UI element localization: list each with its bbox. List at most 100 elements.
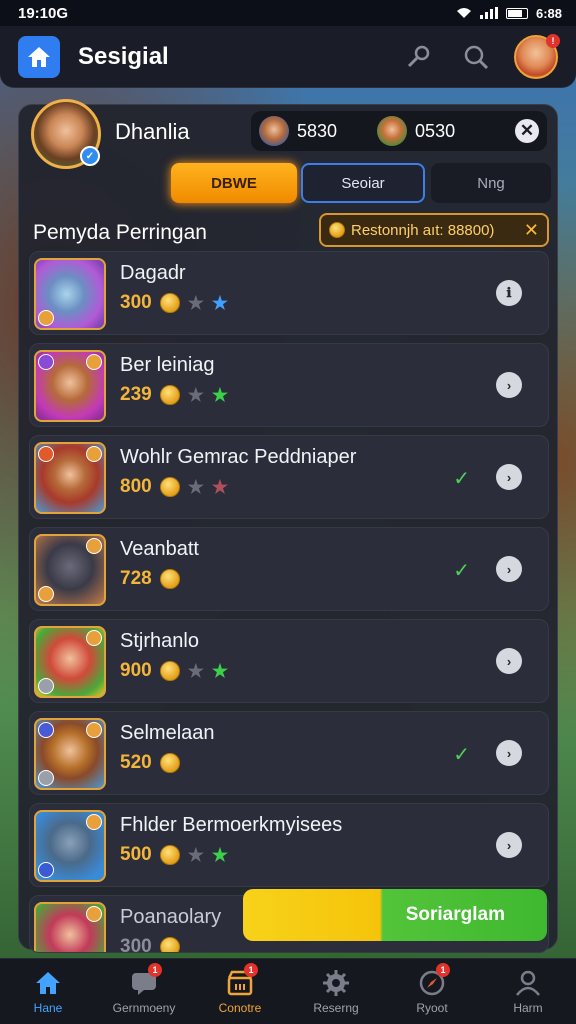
wifi-icon bbox=[456, 8, 471, 18]
list-item[interactable]: Fhlder Bermoerkmyisees 500 ★ ★ › bbox=[29, 803, 549, 887]
profile-name: Dhanlia bbox=[115, 119, 190, 144]
item-expand-button[interactable]: › bbox=[496, 372, 522, 398]
nav-label: Harm bbox=[513, 1000, 543, 1015]
item-title: Stjrhanlo bbox=[120, 630, 199, 652]
home-icon bbox=[34, 969, 62, 997]
star-icon: ★ bbox=[211, 293, 228, 313]
bottom-nav: Hane 1 Gernmoeny 1 Conotre Reserng 1 Ryo… bbox=[0, 958, 576, 1024]
search-button[interactable] bbox=[462, 43, 490, 71]
list-item[interactable]: Ber leiniag 239 ★ ★ › bbox=[29, 343, 549, 427]
coin-icon bbox=[159, 569, 180, 589]
list-item[interactable]: Selmelaan 520 ✓ › bbox=[29, 711, 549, 795]
home-button[interactable] bbox=[18, 35, 60, 78]
item-title: Poanaolary bbox=[120, 906, 222, 928]
nav-item-gernmoeny[interactable]: 1 Gernmoeny bbox=[96, 962, 192, 1015]
nav-item-home[interactable]: Hane bbox=[0, 969, 96, 1015]
reward-pill[interactable]: Restonnjh aıt: 88800) ✕ bbox=[319, 213, 549, 247]
status-time: 19:10G bbox=[18, 4, 69, 22]
corner-badge-icon bbox=[86, 906, 102, 922]
pin-button[interactable] bbox=[404, 43, 432, 71]
list-item[interactable]: Stjrhanlo 900 ★ ★ › bbox=[29, 619, 549, 703]
item-title: Wohlr Gemrac Peddniaper bbox=[120, 446, 357, 468]
item-expand-button[interactable]: › bbox=[496, 832, 522, 858]
item-thumbnail bbox=[34, 350, 106, 422]
corner-badge-icon bbox=[38, 722, 54, 738]
star-icon: ★ bbox=[211, 477, 228, 497]
price-value: 500 bbox=[120, 844, 152, 865]
tab-bar: DBWE Seoiar Nng bbox=[171, 163, 551, 203]
pin-icon bbox=[407, 45, 430, 67]
currency-item: 5830 bbox=[259, 116, 337, 146]
item-price: 500 ★ ★ bbox=[120, 844, 228, 866]
nav-label: Conotre bbox=[218, 1000, 262, 1015]
primary-action-button[interactable]: Soriarglam bbox=[243, 889, 547, 941]
nav-badge: 1 bbox=[436, 962, 450, 977]
list-item[interactable]: Wohlr Gemrac Peddniaper 800 ★ ★ ✓ › bbox=[29, 435, 549, 519]
list-item[interactable]: Veanbatt 728 ✓ › bbox=[29, 527, 549, 611]
currency-bar: 5830 0530 ✕ bbox=[251, 111, 547, 151]
corner-badge-icon bbox=[38, 678, 54, 694]
nav-item-ryoot[interactable]: 1 Ryoot bbox=[384, 962, 480, 1015]
currency-value: 5830 bbox=[297, 120, 338, 141]
item-expand-button[interactable]: › bbox=[496, 740, 522, 766]
item-thumbnail bbox=[34, 810, 106, 882]
item-title: Ber leiniag bbox=[120, 354, 215, 376]
status-icons: 6:88 bbox=[456, 6, 562, 21]
item-thumbnail bbox=[34, 718, 106, 790]
nav-item-reserng[interactable]: Reserng bbox=[288, 969, 384, 1015]
check-icon: ✓ bbox=[453, 744, 470, 766]
price-value: 239 bbox=[120, 384, 152, 405]
item-expand-button[interactable]: › bbox=[496, 556, 522, 582]
currency-item: 0530 bbox=[377, 116, 455, 146]
corner-badge-icon bbox=[38, 586, 54, 602]
item-thumbnail bbox=[34, 442, 106, 514]
item-title: Dagadr bbox=[120, 262, 186, 284]
star-icon: ★ bbox=[211, 661, 228, 681]
coin-icon bbox=[159, 385, 180, 405]
item-thumbnail bbox=[34, 258, 106, 330]
coin-icon bbox=[159, 477, 180, 497]
corner-badge-icon bbox=[38, 446, 54, 462]
item-price: 900 ★ ★ bbox=[120, 660, 228, 682]
item-thumbnail bbox=[34, 626, 106, 698]
page-title: Sesigial bbox=[78, 42, 169, 70]
item-info-button[interactable]: ℹ bbox=[496, 280, 522, 306]
tab-dbwe[interactable]: DBWE bbox=[171, 163, 297, 203]
corner-badge-icon bbox=[38, 862, 54, 878]
close-button[interactable]: ✕ bbox=[515, 119, 539, 143]
gear-icon bbox=[322, 969, 350, 997]
corner-badge-icon bbox=[86, 722, 102, 738]
item-price: 800 ★ ★ bbox=[120, 476, 228, 498]
star-icon: ★ bbox=[187, 845, 204, 865]
corner-badge-icon bbox=[38, 354, 54, 370]
corner-badge-icon bbox=[86, 814, 102, 830]
hero-avatar-icon bbox=[259, 116, 289, 146]
item-expand-button[interactable]: › bbox=[496, 648, 522, 674]
user-avatar[interactable]: ! bbox=[514, 33, 560, 79]
item-price: 300 ★ ★ bbox=[120, 292, 228, 314]
price-value: 800 bbox=[120, 476, 152, 497]
close-icon: ✕ bbox=[519, 121, 535, 140]
nav-label: Ryoot bbox=[416, 1000, 448, 1015]
item-expand-button[interactable]: › bbox=[496, 464, 522, 490]
corner-badge-icon bbox=[86, 354, 102, 370]
tab-nng[interactable]: Nng bbox=[431, 163, 551, 203]
coin-icon bbox=[159, 845, 180, 865]
star-icon: ★ bbox=[187, 293, 204, 313]
price-value: 728 bbox=[120, 568, 152, 589]
battery-icon bbox=[505, 7, 528, 19]
nav-item-harm[interactable]: Harm bbox=[480, 969, 576, 1015]
search-icon bbox=[464, 45, 489, 69]
nav-badge: 1 bbox=[244, 962, 258, 977]
item-price: 239 ★ ★ bbox=[120, 384, 228, 406]
star-icon: ★ bbox=[187, 477, 204, 497]
nav-item-conotre[interactable]: 1 Conotre bbox=[192, 962, 288, 1015]
list-item[interactable]: Dagadr 300 ★ ★ ℹ bbox=[29, 251, 549, 335]
coin-icon bbox=[329, 222, 345, 238]
profile-avatar[interactable]: ✓ bbox=[31, 99, 101, 169]
status-bar: 19:10G 6:88 bbox=[0, 0, 576, 26]
tab-seoiar[interactable]: Seoiar bbox=[301, 163, 425, 203]
signal-icon bbox=[479, 7, 498, 19]
corner-badge-icon bbox=[86, 630, 102, 646]
dismiss-icon[interactable]: ✕ bbox=[524, 220, 539, 241]
